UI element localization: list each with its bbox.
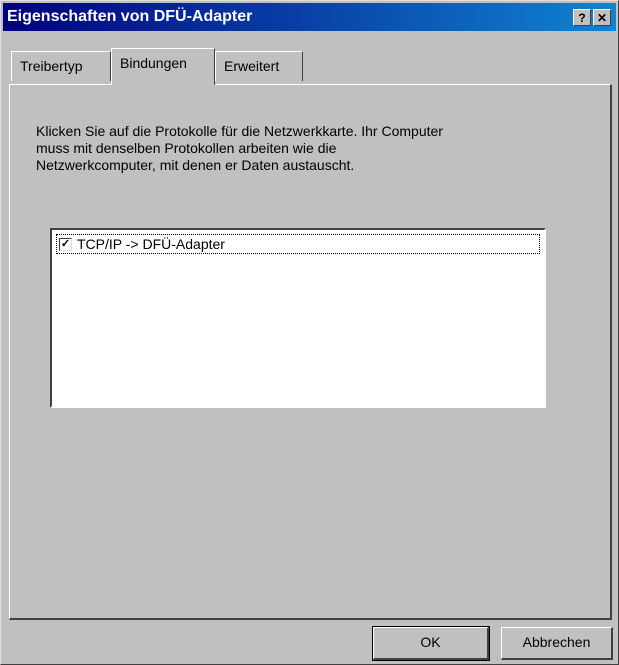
close-icon[interactable]: ✕ bbox=[593, 9, 611, 26]
bindings-description: Klicken Sie auf die Protokolle für die N… bbox=[36, 123, 443, 173]
protocol-list[interactable]: ✓ TCP/IP -> DFÜ-Adapter bbox=[50, 228, 546, 408]
window-title: Eigenschaften von DFÜ-Adapter bbox=[7, 8, 253, 25]
tab-treibertyp[interactable]: Treibertyp bbox=[11, 51, 111, 81]
protocol-label: TCP/IP -> DFÜ-Adapter bbox=[77, 236, 225, 252]
tab-bindungen[interactable]: Bindungen bbox=[111, 48, 215, 85]
title-bar[interactable]: Eigenschaften von DFÜ-Adapter ? ✕ bbox=[3, 3, 616, 31]
properties-dialog: Eigenschaften von DFÜ-Adapter ? ✕ Treibe… bbox=[0, 0, 619, 665]
list-item[interactable]: ✓ TCP/IP -> DFÜ-Adapter bbox=[56, 234, 540, 254]
cancel-button[interactable]: Abbrechen bbox=[501, 627, 613, 660]
help-button[interactable]: ? bbox=[573, 9, 591, 26]
protocol-checkbox[interactable]: ✓ bbox=[59, 238, 72, 251]
ok-button[interactable]: OK bbox=[372, 626, 490, 661]
bindings-panel: Klicken Sie auf die Protokolle für die N… bbox=[9, 84, 612, 620]
tab-erweitert[interactable]: Erweitert bbox=[215, 51, 303, 81]
